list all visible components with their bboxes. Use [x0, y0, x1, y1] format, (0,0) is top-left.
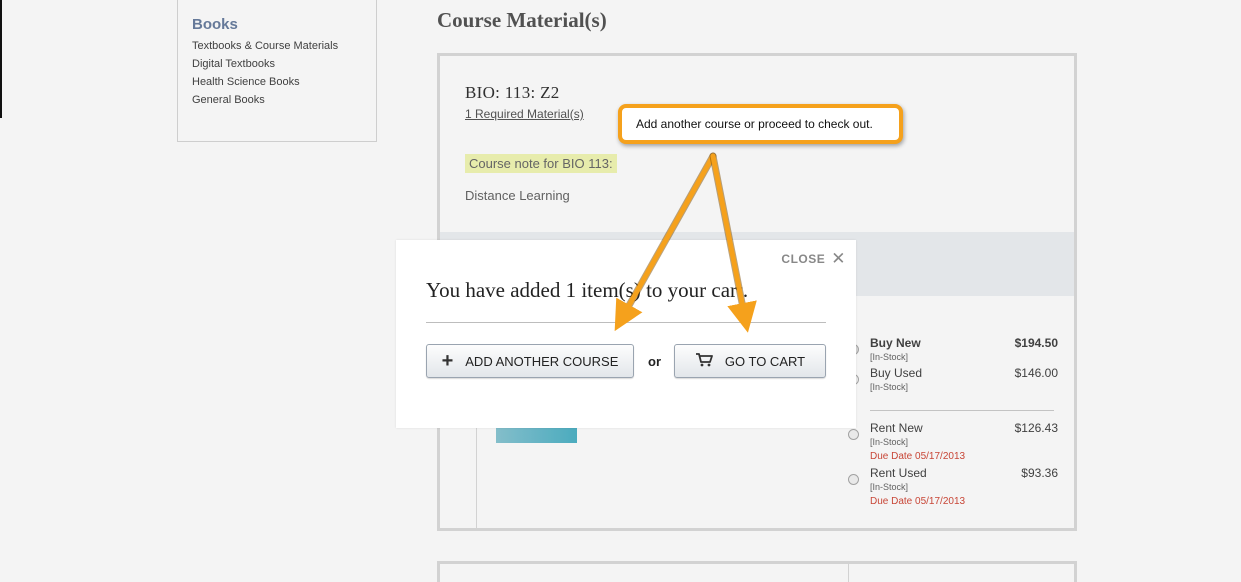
add-course-label: ADD ANOTHER COURSE	[465, 353, 619, 369]
cart-icon	[695, 352, 713, 370]
close-label: CLOSE	[781, 251, 826, 266]
cart-message: You have added 1 item(s) to your cart.	[426, 278, 749, 302]
go-to-cart-label: GO TO CART	[724, 353, 806, 369]
plus-icon: +	[441, 350, 454, 372]
close-icon: ✕	[831, 249, 846, 268]
help-tooltip: Add another course or proceed to check o…	[618, 104, 903, 144]
go-to-cart-button[interactable]: GO TO CART	[674, 344, 826, 378]
add-another-course-button[interactable]: + ADD ANOTHER COURSE	[426, 344, 634, 378]
modal-separator	[426, 322, 826, 323]
or-text: or	[648, 354, 661, 369]
close-button[interactable]: CLOSE ✕	[781, 250, 846, 267]
added-to-cart-modal: CLOSE ✕ You have added 1 item(s) to your…	[396, 240, 856, 428]
